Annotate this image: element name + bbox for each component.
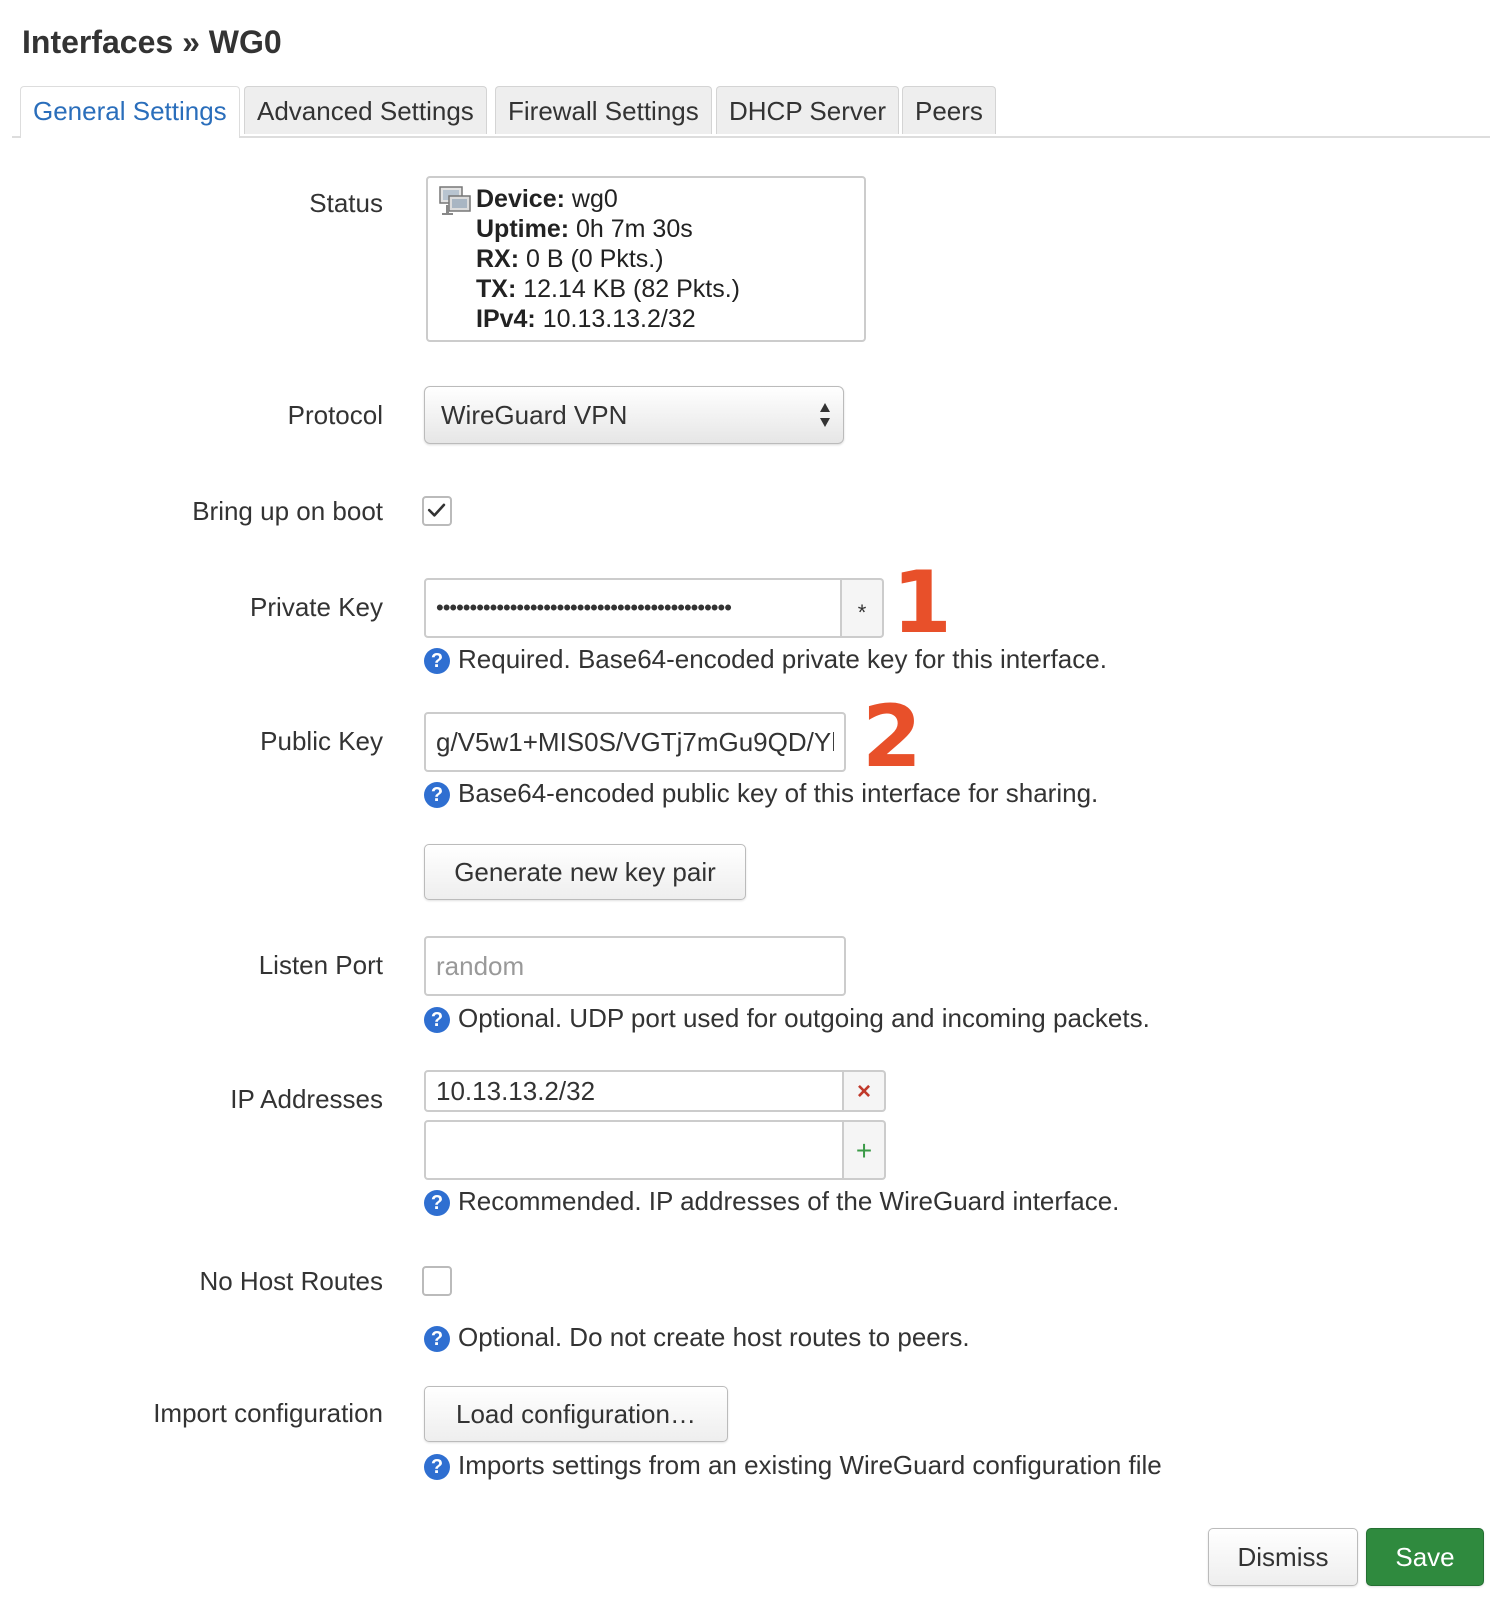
protocol-label: Protocol bbox=[287, 400, 383, 430]
ip-address-remove-button[interactable]: × bbox=[844, 1070, 886, 1112]
import-config-label: Import configuration bbox=[153, 1398, 383, 1428]
status-label: Status bbox=[309, 188, 383, 218]
private-key-help: ? Required. Base64-encoded private key fo… bbox=[424, 644, 1107, 675]
status-rx: RX: 0 B (0 Pkts.) bbox=[476, 245, 664, 273]
select-arrows-icon bbox=[820, 403, 830, 427]
public-key-help: ? Base64-encoded public key of this inter… bbox=[424, 778, 1098, 809]
help-icon: ? bbox=[424, 782, 450, 808]
tab-bar: General Settings Advanced Settings Firew… bbox=[12, 86, 1490, 138]
tab-peers[interactable]: Peers bbox=[902, 86, 996, 134]
listen-port-label: Listen Port bbox=[258, 950, 383, 980]
ip-address-new-input[interactable] bbox=[424, 1120, 844, 1180]
no-host-routes-help: ? Optional. Do not create host routes to … bbox=[424, 1322, 970, 1353]
boot-label: Bring up on boot bbox=[192, 496, 383, 526]
checkmark-icon bbox=[427, 503, 446, 517]
status-box: Device: wg0 Uptime: 0h 7m 30s RX: 0 B (0… bbox=[426, 176, 866, 342]
dismiss-button[interactable]: Dismiss bbox=[1208, 1528, 1358, 1586]
import-config-help: ? Imports settings from an existing WireG… bbox=[424, 1450, 1162, 1481]
load-configuration-button[interactable]: Load configuration… bbox=[424, 1386, 728, 1442]
save-button[interactable]: Save bbox=[1366, 1528, 1484, 1586]
listen-port-input[interactable] bbox=[424, 936, 846, 996]
tab-general-settings[interactable]: General Settings bbox=[20, 86, 240, 138]
page-title: Interfaces » WG0 bbox=[22, 24, 282, 60]
tab-advanced-settings[interactable]: Advanced Settings bbox=[244, 86, 487, 134]
annotation-number-2: 2 bbox=[862, 687, 922, 787]
help-icon: ? bbox=[424, 1190, 450, 1216]
network-device-icon bbox=[439, 186, 471, 215]
private-key-reveal-button[interactable]: * bbox=[842, 578, 884, 638]
status-ipv4: IPv4: 10.13.13.2/32 bbox=[476, 305, 696, 333]
status-device: Device: wg0 bbox=[476, 185, 618, 213]
ip-address-add-button[interactable]: + bbox=[844, 1120, 886, 1180]
help-icon: ? bbox=[424, 648, 450, 674]
tab-firewall-settings[interactable]: Firewall Settings bbox=[495, 86, 712, 134]
status-tx: TX: 12.14 KB (82 Pkts.) bbox=[476, 275, 740, 303]
no-host-routes-checkbox[interactable] bbox=[422, 1266, 452, 1296]
public-key-label: Public Key bbox=[260, 726, 383, 756]
private-key-label: Private Key bbox=[250, 592, 383, 622]
status-uptime: Uptime: 0h 7m 30s bbox=[476, 215, 693, 243]
annotation-number-1: 1 bbox=[892, 553, 952, 653]
help-icon: ? bbox=[424, 1007, 450, 1033]
help-icon: ? bbox=[424, 1454, 450, 1480]
ip-addresses-label: IP Addresses bbox=[230, 1084, 383, 1114]
boot-checkbox[interactable] bbox=[422, 496, 452, 526]
listen-port-help: ? Optional. UDP port used for outgoing an… bbox=[424, 1003, 1150, 1034]
ip-address-input[interactable] bbox=[424, 1070, 844, 1112]
generate-key-pair-button[interactable]: Generate new key pair bbox=[424, 844, 746, 900]
help-icon: ? bbox=[424, 1326, 450, 1352]
tab-dhcp-server[interactable]: DHCP Server bbox=[716, 86, 900, 134]
ip-addresses-help: ? Recommended. IP addresses of the WireGu… bbox=[424, 1186, 1119, 1217]
private-key-input[interactable] bbox=[424, 578, 842, 638]
protocol-select[interactable]: WireGuard VPN bbox=[424, 386, 844, 444]
no-host-routes-label: No Host Routes bbox=[199, 1266, 383, 1296]
protocol-select-value: WireGuard VPN bbox=[441, 400, 628, 430]
public-key-input[interactable] bbox=[424, 712, 846, 772]
